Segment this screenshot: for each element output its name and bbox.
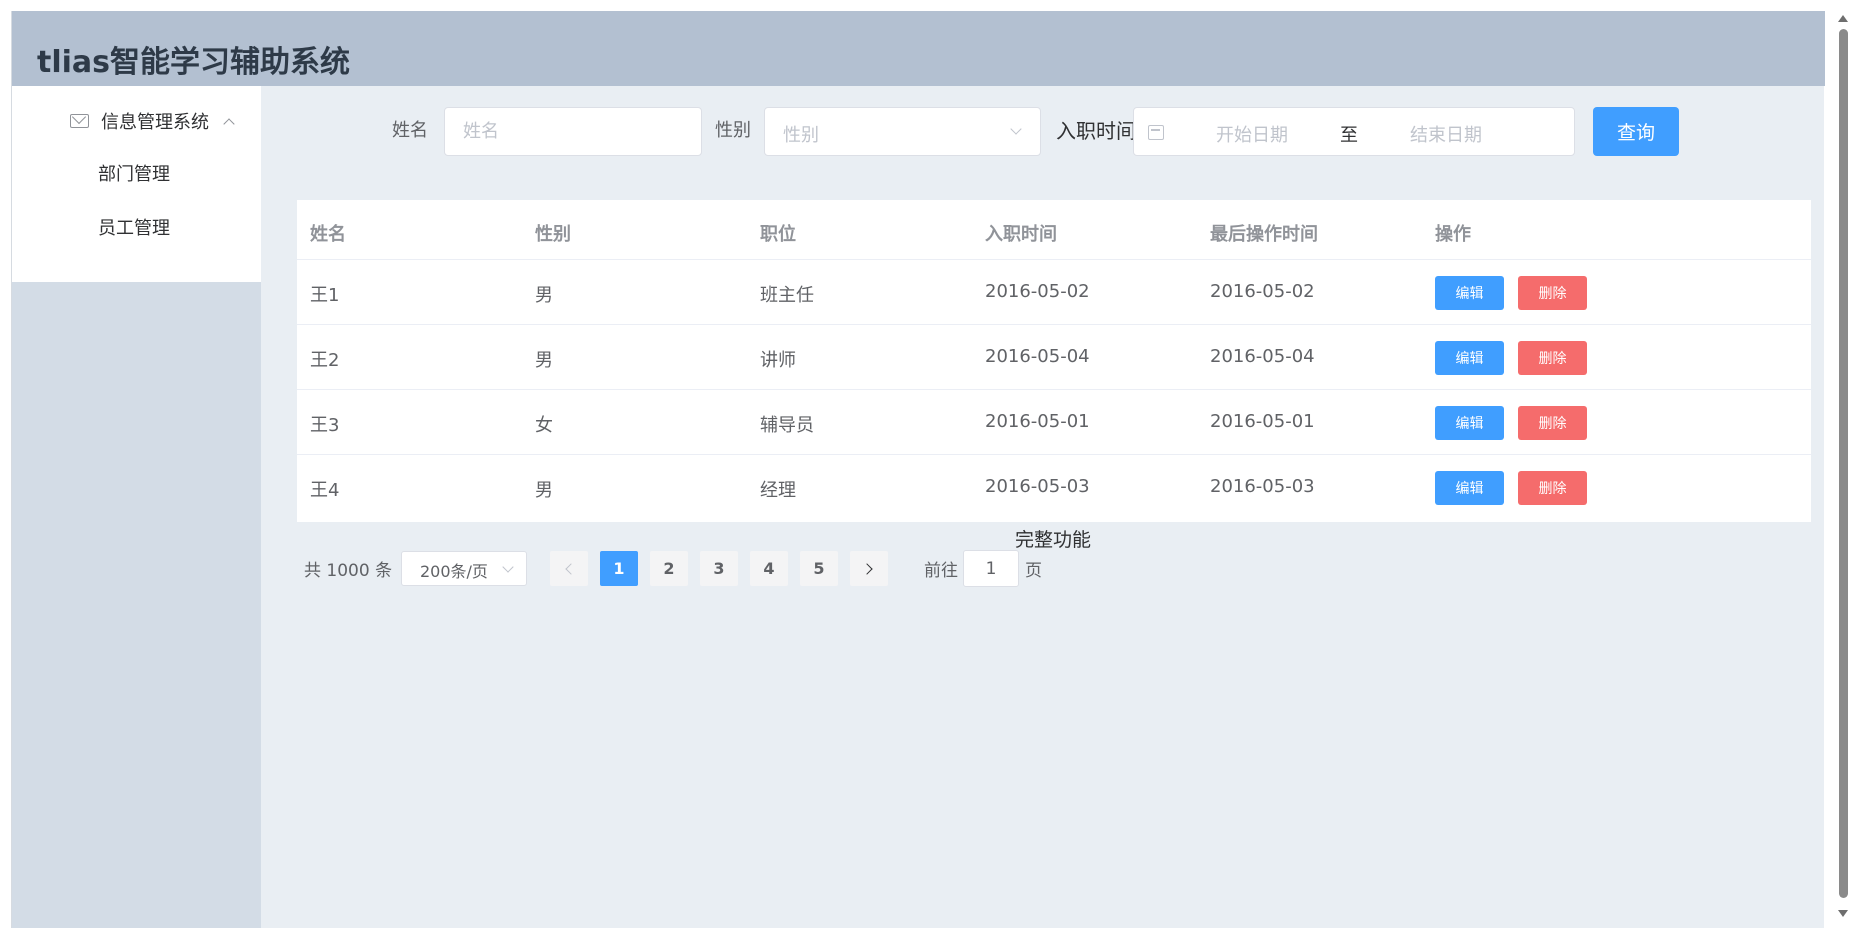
- gender-placeholder: 性别: [783, 125, 819, 146]
- page-number-5[interactable]: 5: [800, 551, 838, 586]
- scroll-down-arrow-icon[interactable]: [1838, 910, 1848, 917]
- gender-select[interactable]: 性别: [764, 107, 1041, 156]
- delete-button[interactable]: 删除: [1518, 341, 1587, 375]
- scrollbar-thumb[interactable]: [1839, 29, 1848, 898]
- delete-button[interactable]: 删除: [1518, 276, 1587, 310]
- goto-page-input[interactable]: [963, 550, 1019, 587]
- next-page-button[interactable]: [850, 551, 888, 586]
- table-row: 王1 男 班主任 2016-05-02 2016-05-02 编辑 删除: [297, 260, 1811, 325]
- cell-name: 王2: [310, 350, 340, 371]
- column-header: 最后操作时间: [1210, 224, 1318, 245]
- page-size-select[interactable]: 200条/页: [401, 551, 527, 586]
- goto-prefix: 前往: [924, 561, 958, 581]
- page-number-2[interactable]: 2: [650, 551, 688, 586]
- edit-button[interactable]: 编辑: [1435, 406, 1504, 440]
- edit-button[interactable]: 编辑: [1435, 471, 1504, 505]
- edit-button[interactable]: 编辑: [1435, 341, 1504, 375]
- column-header: 职位: [760, 224, 796, 245]
- app-title: tlias智能学习辅助系统: [37, 45, 351, 80]
- submenu-label: 信息管理系统: [101, 112, 209, 133]
- cell-gender: 男: [535, 285, 553, 306]
- submenu-info-management[interactable]: 信息管理系统: [70, 108, 250, 134]
- column-header: 性别: [535, 224, 571, 245]
- chevron-down-icon: [502, 561, 514, 573]
- chevron-up-icon: [223, 117, 235, 130]
- cell-update-time: 2016-05-03: [1210, 476, 1315, 497]
- cell-update-time: 2016-05-01: [1210, 411, 1315, 432]
- cell-name: 王4: [310, 480, 340, 501]
- column-header: 入职时间: [985, 224, 1057, 245]
- cell-job: 辅导员: [760, 415, 814, 436]
- table-header: 姓名 性别 职位 入职时间 最后操作时间 操作: [297, 200, 1811, 260]
- cell-job: 讲师: [760, 350, 796, 371]
- cell-entry-date: 2016-05-03: [985, 476, 1090, 497]
- name-label: 姓名: [392, 120, 428, 141]
- cell-entry-date: 2016-05-04: [985, 346, 1090, 367]
- delete-button[interactable]: 删除: [1518, 471, 1587, 505]
- cell-gender: 女: [535, 415, 553, 436]
- table-row: 王4 男 经理 2016-05-03 2016-05-03 编辑 删除: [297, 455, 1811, 520]
- edit-button[interactable]: 编辑: [1435, 276, 1504, 310]
- end-date-input[interactable]: 结束日期: [1410, 121, 1482, 147]
- cell-gender: 男: [535, 480, 553, 501]
- cell-job: 班主任: [760, 285, 814, 306]
- goto-suffix: 页: [1025, 561, 1042, 581]
- page-size-value: 200条/页: [420, 562, 488, 581]
- envelope-icon: [70, 114, 89, 128]
- sidebar: 信息管理系统 部门管理 员工管理: [12, 86, 261, 928]
- cell-update-time: 2016-05-02: [1210, 281, 1315, 302]
- start-date-input[interactable]: 开始日期: [1216, 121, 1288, 147]
- query-button[interactable]: 查询: [1593, 107, 1679, 156]
- cell-job: 经理: [760, 480, 796, 501]
- column-header: 姓名: [310, 224, 346, 245]
- footer-text: 完整功能: [1015, 529, 1092, 551]
- prev-page-button[interactable]: [550, 551, 588, 586]
- cell-gender: 男: [535, 350, 553, 371]
- cell-entry-date: 2016-05-01: [985, 411, 1090, 432]
- page-number-4[interactable]: 4: [750, 551, 788, 586]
- pagination-total: 共 1000 条: [304, 561, 393, 581]
- sidebar-item-department[interactable]: 部门管理: [98, 160, 170, 186]
- entry-date-range-picker[interactable]: 开始日期 至 结束日期: [1133, 107, 1575, 156]
- employee-table: 姓名 性别 职位 入职时间 最后操作时间 操作 王1 男 班主任 2016-05…: [297, 200, 1811, 522]
- calendar-icon: [1148, 125, 1164, 140]
- table-row: 王2 男 讲师 2016-05-04 2016-05-04 编辑 删除: [297, 325, 1811, 390]
- page-number-3[interactable]: 3: [700, 551, 738, 586]
- chevron-right-icon: [861, 562, 873, 575]
- vertical-scrollbar[interactable]: [1834, 11, 1852, 928]
- scroll-up-arrow-icon[interactable]: [1838, 15, 1848, 22]
- cell-name: 王1: [310, 285, 340, 306]
- sidebar-item-employee[interactable]: 员工管理: [98, 214, 170, 240]
- sidebar-menu: 信息管理系统 部门管理 员工管理: [12, 86, 261, 282]
- table-row: 王3 女 辅导员 2016-05-01 2016-05-01 编辑 删除: [297, 390, 1811, 455]
- gender-label: 性别: [715, 120, 751, 141]
- name-input[interactable]: [444, 107, 702, 156]
- chevron-left-icon: [565, 562, 577, 575]
- main-content: 姓名 性别 性别 入职时间 开始日期 至 结束日期 查询 姓名 性别 职位 入职…: [261, 86, 1825, 928]
- entry-date-label: 入职时间: [1056, 119, 1136, 143]
- chevron-down-icon: [1010, 123, 1022, 135]
- app-header: tlias智能学习辅助系统: [12, 11, 1825, 86]
- cell-entry-date: 2016-05-02: [985, 281, 1090, 302]
- cell-name: 王3: [310, 415, 340, 436]
- delete-button[interactable]: 删除: [1518, 406, 1587, 440]
- app-container: tlias智能学习辅助系统 信息管理系统 部门管理 员工管理 姓名 性别 性别 …: [11, 11, 1825, 928]
- cell-update-time: 2016-05-04: [1210, 346, 1315, 367]
- page-number-1[interactable]: 1: [600, 551, 638, 586]
- column-header: 操作: [1435, 224, 1471, 245]
- range-separator: 至: [1340, 125, 1358, 146]
